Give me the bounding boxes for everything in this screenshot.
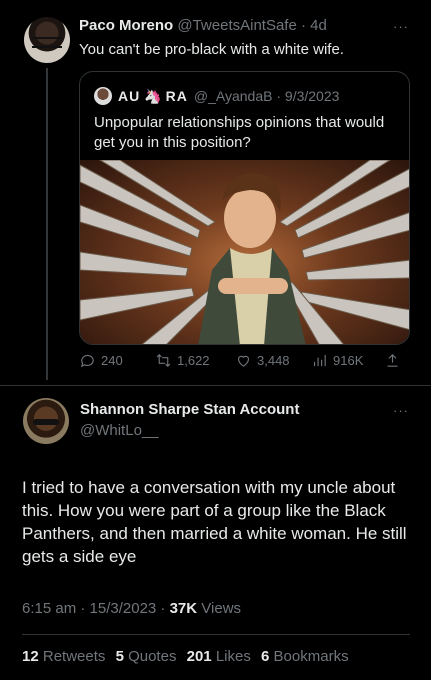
analytics-bar-icon xyxy=(313,354,326,367)
heart-icon xyxy=(237,355,250,367)
views-label: Views xyxy=(197,600,242,617)
quoted-handle-date: @_AyandaB · 9/3/2023 xyxy=(193,88,340,104)
more-options-icon[interactable]: ··· xyxy=(393,19,409,34)
author-handle[interactable]: @WhitLo__ xyxy=(80,422,159,439)
views-button[interactable]: 916K xyxy=(311,352,363,369)
engagement-stats: 12 Retweets 5 Quotes 201 Likes 6 Bookmar… xyxy=(22,648,355,665)
reply-icon xyxy=(80,355,94,368)
stats-divider xyxy=(22,634,410,635)
tweet-reply-detail[interactable]: Shannon Sharpe Stan Account @WhitLo__ ··… xyxy=(0,386,431,680)
retweets-label: Retweets xyxy=(42,648,106,665)
retweets-stat[interactable]: 12 Retweets xyxy=(22,648,105,665)
like-count: 3,448 xyxy=(257,353,290,368)
quotes-count: 5 xyxy=(115,648,124,665)
share-icon xyxy=(387,354,398,367)
avatar[interactable] xyxy=(24,17,70,63)
reply-count: 240 xyxy=(101,353,123,368)
more-options-icon[interactable]: ··· xyxy=(393,403,409,418)
quoted-tweet[interactable]: AU 🦄 RA @_AyandaB · 9/3/2023 Unpopular r… xyxy=(79,71,410,345)
retweets-count: 12 xyxy=(22,648,39,665)
unicorn-emoji-icon: 🦄 xyxy=(144,87,162,104)
views-count: 37K xyxy=(169,600,198,617)
quoted-author-name-part1: AU xyxy=(118,88,141,104)
avatar[interactable] xyxy=(23,398,69,444)
tweet-actions-bar: 240 1,622 3,448 916K xyxy=(79,352,419,372)
tweet-time[interactable]: · 4d xyxy=(301,17,327,34)
likes-count: 201 xyxy=(186,648,212,665)
quoted-tweet-text: Unpopular relationships opinions that wo… xyxy=(94,114,385,151)
quoted-tweet-header: AU 🦄 RA @_AyandaB · 9/3/2023 xyxy=(94,87,339,105)
bookmarks-count: 6 xyxy=(261,648,270,665)
bookmarks-label: Bookmarks xyxy=(273,648,349,665)
tweet-main[interactable]: Paco Moreno @TweetsAintSafe · 4d ··· You… xyxy=(0,0,431,385)
share-button[interactable] xyxy=(384,352,401,369)
reply-button[interactable]: 240 xyxy=(79,352,123,369)
quotes-stat[interactable]: 5 Quotes xyxy=(116,648,177,665)
quoted-media-image[interactable] xyxy=(80,160,409,344)
tweet-header: Paco Moreno @TweetsAintSafe · 4d xyxy=(79,17,327,34)
quotes-label: Quotes xyxy=(128,648,177,665)
author-handle[interactable]: @TweetsAintSafe xyxy=(177,17,296,34)
tweet-text: You can't be pro-black with a white wife… xyxy=(79,41,344,58)
like-button[interactable]: 3,448 xyxy=(235,352,290,369)
likes-label: Likes xyxy=(215,648,251,665)
tweet-text: I tried to have a conversation with my u… xyxy=(22,478,407,566)
bookmarks-stat[interactable]: 6 Bookmarks xyxy=(261,648,349,665)
author-name[interactable]: Paco Moreno xyxy=(79,17,173,34)
retweet-icon xyxy=(156,354,171,367)
tweet-timestamp-views: 6:15 am · 15/3/2023 · 37K Views xyxy=(22,600,241,617)
retweet-count: 1,622 xyxy=(177,353,210,368)
thread-connector-line xyxy=(46,68,48,380)
author-name[interactable]: Shannon Sharpe Stan Account xyxy=(80,401,299,418)
likes-stat[interactable]: 201 Likes xyxy=(187,648,251,665)
retweet-button[interactable]: 1,622 xyxy=(155,352,210,369)
animated-character-swords-image xyxy=(80,160,409,344)
tweet-timestamp[interactable]: 6:15 am · 15/3/2023 · xyxy=(22,600,170,617)
quoted-author-name-part2: RA xyxy=(165,88,188,104)
quoted-avatar xyxy=(94,87,112,105)
views-count: 916K xyxy=(333,353,364,368)
